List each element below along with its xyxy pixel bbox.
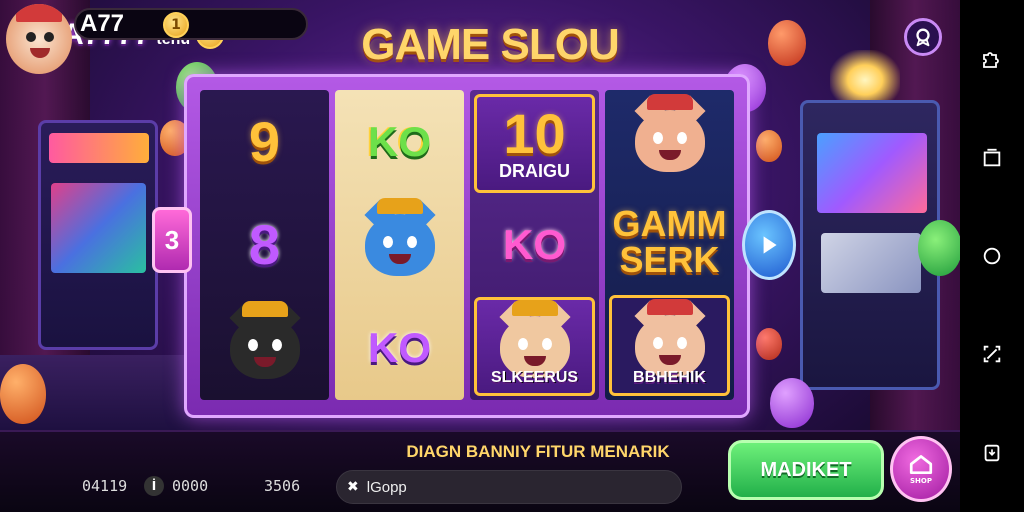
info-icon: İ <box>144 476 164 496</box>
badge-icon <box>916 28 930 47</box>
player-name: A77 <box>80 10 125 37</box>
reel-symbol[interactable]: 10 DRAIGU <box>474 94 595 193</box>
reel-symbol[interactable]: KO <box>339 94 460 191</box>
reel-symbol[interactable]: KO <box>339 299 460 396</box>
shop-label: SHOP <box>910 477 932 485</box>
symbol-text: 9 <box>248 110 281 174</box>
symbol-number: 10 <box>503 102 566 166</box>
stage-lamp <box>830 50 900 100</box>
symbol-text: KO <box>503 221 566 268</box>
settings-button[interactable] <box>904 18 942 56</box>
feature-ticker: DIAGN BANNIY FITUR MENARIK <box>406 442 670 461</box>
play-arrow-icon <box>763 236 777 254</box>
game-screen: A7777 tehu GAME SLOU 98KOKO10DRAIGUKOSLK… <box>0 0 960 512</box>
animal-symbol-icon <box>634 298 705 377</box>
reel-symbol[interactable]: KO <box>474 199 595 292</box>
arcade-machine-left <box>38 120 158 350</box>
reel-symbol[interactable]: BBHEHIK <box>609 295 730 397</box>
balloon-purple-bottom <box>770 378 814 428</box>
reel-symbol[interactable]: SLKEERUS <box>474 297 595 397</box>
green-orb <box>918 220 960 276</box>
stat-value-1: 04119 <box>82 477 128 495</box>
symbol-line-1: GAMM <box>612 203 727 244</box>
reels-frame: 9 8 KO KO 10 DRAIGU KO SLKEERUS GAMM SERK BBHEHIK <box>184 74 750 418</box>
search-input-text: lGopp <box>366 478 407 496</box>
balloon-orange-right <box>756 130 782 162</box>
game-title: GAME SLOU <box>361 20 619 69</box>
symbol-text: 8 <box>248 213 281 276</box>
shop-button[interactable]: SHOP <box>890 436 952 502</box>
symbol-text: KO <box>368 118 431 166</box>
animal-symbol-icon <box>634 94 705 173</box>
left-arrow-label: 3 <box>164 224 180 255</box>
reel-symbol[interactable] <box>609 94 730 189</box>
balloon-orange-left <box>0 364 46 424</box>
coin-icon: 1 <box>163 12 189 38</box>
balloon-small-red <box>756 328 782 360</box>
home-nav-icon[interactable] <box>978 242 1006 270</box>
market-button[interactable]: MADIKET <box>728 440 884 500</box>
stat-value-3: 3506 <box>264 477 301 495</box>
symbol-text: KO <box>368 323 431 371</box>
left-arrow-button[interactable]: 3 <box>152 207 192 273</box>
animal-symbol-icon <box>229 300 300 379</box>
recents-icon[interactable] <box>978 144 1006 172</box>
reel-symbol[interactable] <box>204 299 325 396</box>
reel-symbol[interactable]: 8 <box>204 197 325 294</box>
reel-2: KO KO <box>335 90 464 400</box>
back-nav-icon[interactable] <box>978 439 1006 467</box>
puzzle-icon[interactable] <box>978 45 1006 73</box>
screenshot-icon[interactable] <box>978 340 1006 368</box>
animal-symbol-icon <box>364 198 435 276</box>
right-arrow-button[interactable] <box>742 210 796 280</box>
symbol-caption: DRAIGU <box>499 161 570 182</box>
symbol-line-2: SERK <box>619 239 720 280</box>
avatar[interactable] <box>6 4 72 74</box>
balloon-red <box>768 20 806 66</box>
reel-4: GAMM SERK BBHEHIK <box>605 90 734 400</box>
system-nav-bar <box>960 0 1024 512</box>
reel-symbol[interactable]: 9 <box>204 94 325 191</box>
reel-symbol[interactable] <box>339 197 460 294</box>
close-icon[interactable]: ✖ <box>347 479 359 495</box>
reel-3: 10 DRAIGU KO SLKEERUS <box>470 90 599 400</box>
reel-symbol[interactable]: GAMM SERK <box>609 195 730 290</box>
symbol-caption: BBHEHIK <box>633 369 706 387</box>
reel-1: 98 <box>200 90 329 400</box>
symbol-caption: SLKEERUS <box>490 369 579 387</box>
reels: 9 8 KO KO 10 DRAIGU KO SLKEERUS GAMM SERK BBHEHIK <box>200 90 734 400</box>
search-input[interactable]: ✖ lGopp <box>336 470 682 504</box>
stat-value-2: 0000 <box>172 477 209 495</box>
home-icon <box>909 455 933 475</box>
